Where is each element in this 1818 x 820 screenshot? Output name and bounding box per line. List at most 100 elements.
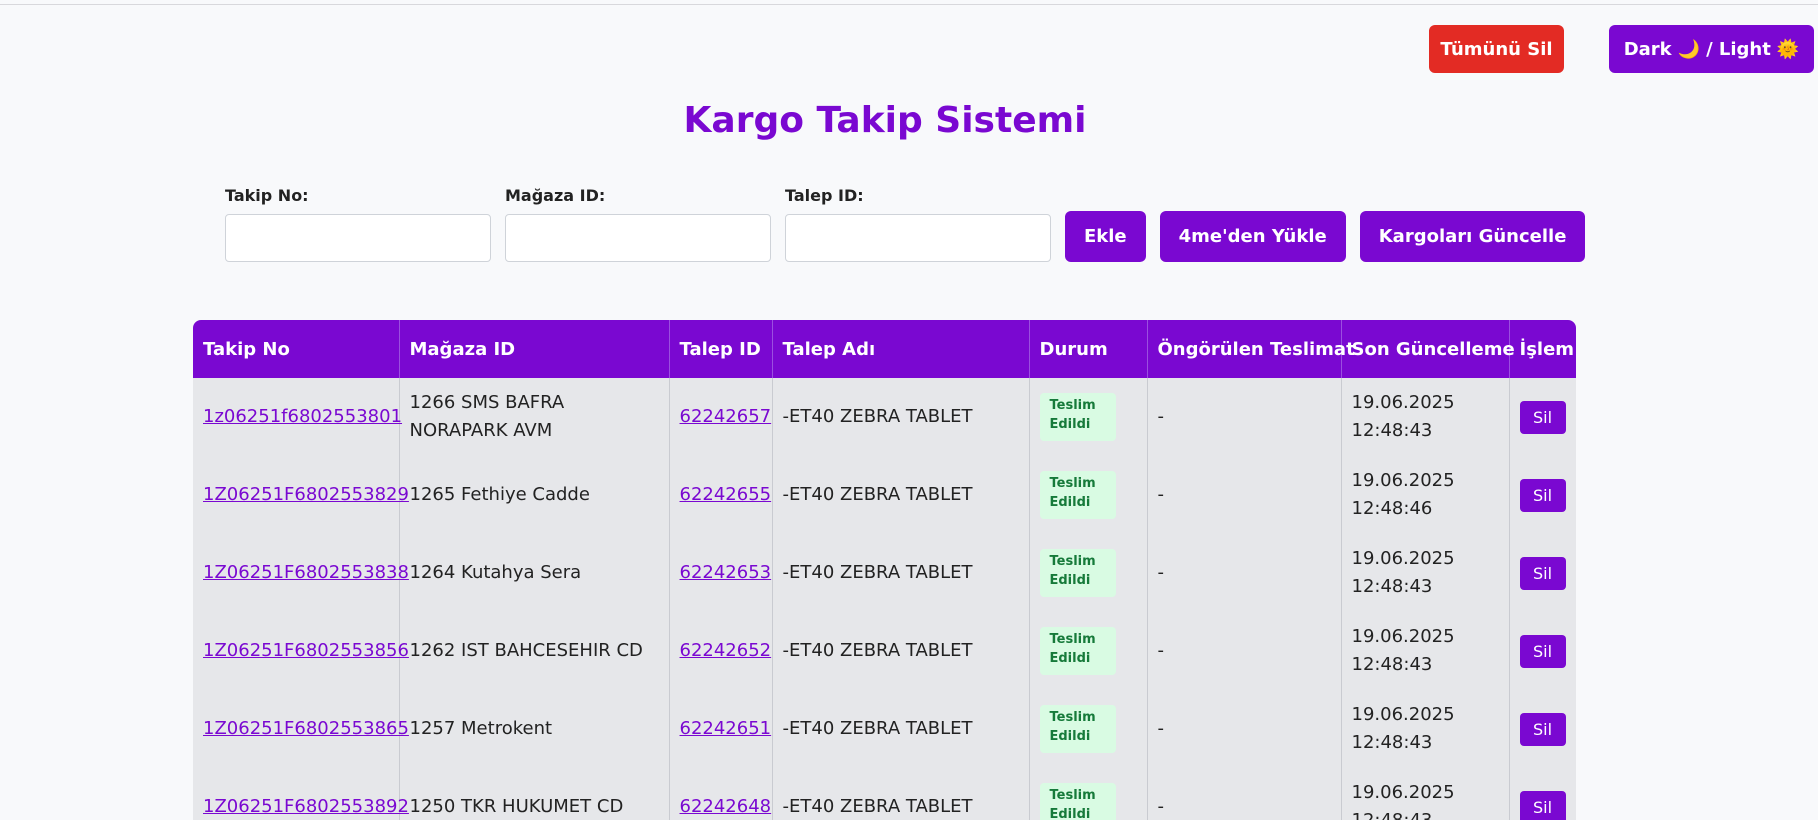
request-input[interactable] [785,214,1051,262]
store-label: Mağaza ID: [505,186,606,205]
status-badge: Teslim Edildi [1039,549,1116,597]
request-cell: 62242651 [669,690,773,768]
request-label: Talep ID: [785,186,864,205]
shipments-table: Takip No Mağaza ID Talep ID Talep Adı Du… [193,320,1576,820]
store-cell: 1264 Kutahya Sera [399,534,670,612]
request-cell: 62242648 [669,768,773,820]
request-field: Talep ID: [785,186,1051,262]
tracking-link[interactable]: 1Z06251F6802553892 [203,796,409,817]
col-header-status[interactable]: Durum [1029,320,1148,378]
add-button[interactable]: Ekle [1065,211,1146,262]
tracking-input[interactable] [225,214,491,262]
sun-icon: 🌞 [1776,38,1800,60]
request-name-cell: -ET40 ZEBRA TABLET [772,378,1030,456]
moon-icon: 🌙 [1677,38,1701,60]
top-actions: Tümünü Sil Dark 🌙 / Light 🌞 [1429,25,1814,73]
request-link[interactable]: 62242648 [680,796,772,817]
updated-time: 12:48:43 [1351,732,1433,753]
delete-row-button[interactable]: Sil [1519,478,1566,512]
eta-cell: - [1147,378,1342,456]
updated-cell: 19.06.2025 12:48:43 [1341,768,1510,820]
action-cell: Sil [1509,456,1576,534]
updated-cell: 19.06.2025 12:48:43 [1341,534,1510,612]
updated-date: 19.06.2025 [1351,392,1455,414]
status-badge: Teslim Edildi [1039,471,1116,519]
theme-dark-label: Dark [1623,38,1672,60]
updated-date: 19.06.2025 [1351,704,1455,726]
tracking-link[interactable]: 1Z06251F6802553865 [203,718,409,739]
request-link[interactable]: 62242657 [680,406,772,427]
table-row: 1Z06251F6802553892 1250 TKR HUKUMET CD 6… [193,768,1576,820]
store-cell: 1265 Fethiye Cadde [399,456,670,534]
delete-row-button[interactable]: Sil [1519,790,1566,820]
col-header-updated[interactable]: Son Güncelleme [1341,320,1515,378]
tracking-cell: 1Z06251F6802553838 [193,534,409,612]
request-name-cell: -ET40 ZEBRA TABLET [772,612,1030,690]
action-cell: Sil [1509,378,1576,456]
updated-cell: 19.06.2025 12:48:43 [1341,378,1510,456]
request-link[interactable]: 62242655 [680,484,772,505]
tracking-cell: 1Z06251F6802553829 [193,456,409,534]
status-cell: Teslim Edildi [1029,456,1148,534]
col-header-store[interactable]: Mağaza ID [399,320,670,378]
status-badge: Teslim Edildi [1039,783,1116,820]
col-header-eta[interactable]: Öngörülen Teslimat [1147,320,1355,378]
request-name-cell: -ET40 ZEBRA TABLET [772,768,1030,820]
tracking-link[interactable]: 1Z06251F6802553838 [203,562,409,583]
delete-all-button[interactable]: Tümünü Sil [1429,25,1564,73]
eta-cell: - [1147,690,1342,768]
tracking-field: Takip No: [225,186,491,262]
col-header-request-name[interactable]: Talep Adı [772,320,1030,378]
request-cell: 62242657 [669,378,773,456]
page-title: Kargo Takip Sistemi [683,100,1087,141]
delete-row-button[interactable]: Sil [1519,634,1566,668]
request-link[interactable]: 62242653 [680,562,772,583]
table-row: 1Z06251F6802553865 1257 Metrokent 622426… [193,690,1576,768]
store-cell: 1266 SMS BAFRA NORAPARK AVM [399,378,670,456]
store-cell: 1250 TKR HUKUMET CD [399,768,670,820]
action-cell: Sil [1509,768,1576,820]
eta-cell: - [1147,456,1342,534]
tracking-cell: 1Z06251F6802553856 [193,612,409,690]
store-field: Mağaza ID: [505,186,771,262]
tracking-cell: 1z06251f6802553801 [193,378,402,456]
status-cell: Teslim Edildi [1029,612,1148,690]
theme-toggle-button[interactable]: Dark 🌙 / Light 🌞 [1609,25,1814,73]
status-badge: Teslim Edildi [1039,393,1116,441]
col-header-request[interactable]: Talep ID [669,320,773,378]
updated-cell: 19.06.2025 12:48:46 [1341,456,1510,534]
request-cell: 62242652 [669,612,773,690]
tracking-link[interactable]: 1Z06251F6802553856 [203,640,409,661]
updated-time: 12:48:43 [1351,420,1433,441]
action-cell: Sil [1509,612,1576,690]
col-header-tracking[interactable]: Takip No [193,320,400,378]
shipments-table-container: Takip No Mağaza ID Talep ID Talep Adı Du… [193,320,1576,820]
eta-cell: - [1147,534,1342,612]
tracking-link[interactable]: 1z06251f6802553801 [203,406,402,427]
tracking-label: Takip No: [225,186,309,205]
store-input[interactable] [505,214,771,262]
store-cell: 1262 IST BAHCESEHIR CD [399,612,670,690]
table-row: 1Z06251F6802553838 1264 Kutahya Sera 622… [193,534,1576,612]
status-cell: Teslim Edildi [1029,534,1148,612]
table-header-row: Takip No Mağaza ID Talep ID Talep Adı Du… [193,320,1576,378]
eta-cell: - [1147,612,1342,690]
delete-row-button[interactable]: Sil [1519,556,1566,590]
add-shipment-form: Takip No: Mağaza ID: Talep ID: Ekle 4me'… [225,186,1599,262]
request-link[interactable]: 62242652 [680,640,772,661]
status-cell: Teslim Edildi [1029,768,1148,820]
update-shipments-button[interactable]: Kargoları Güncelle [1359,211,1586,262]
updated-date: 19.06.2025 [1351,782,1455,804]
action-cell: Sil [1509,690,1576,768]
updated-date: 19.06.2025 [1351,470,1455,492]
table-body: 1z06251f6802553801 1266 SMS BAFRA NORAPA… [193,378,1576,820]
page: Tümünü Sil Dark 🌙 / Light 🌞 Kargo Takip … [0,0,1818,820]
load-from-4me-button[interactable]: 4me'den Yükle [1159,211,1346,262]
col-header-action: İşlem [1519,338,1575,360]
status-badge: Teslim Edildi [1039,705,1116,753]
store-cell: 1257 Metrokent [399,690,670,768]
request-link[interactable]: 62242651 [680,718,772,739]
tracking-link[interactable]: 1Z06251F6802553829 [203,484,409,505]
delete-row-button[interactable]: Sil [1519,400,1566,434]
delete-row-button[interactable]: Sil [1519,712,1566,746]
